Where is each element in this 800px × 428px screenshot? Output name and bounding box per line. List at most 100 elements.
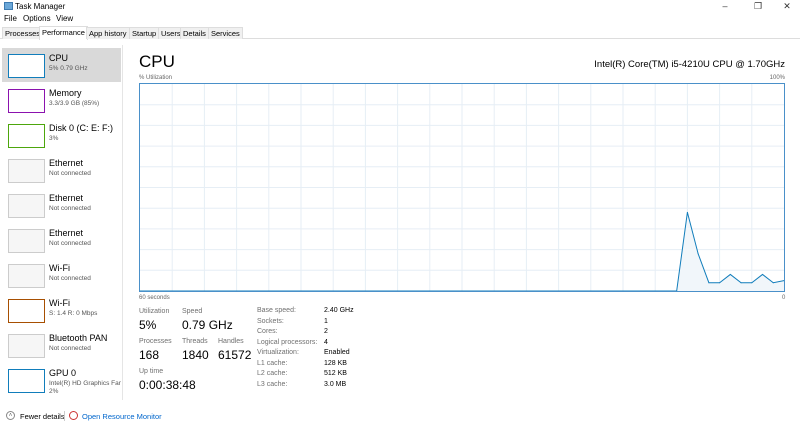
speed-value: 0.79 GHz: [182, 318, 233, 332]
window-title: Task Manager: [15, 2, 66, 11]
sidebar-item-value: Not connected: [49, 345, 91, 352]
sidebar-item-value: 5% 0.79 GHz: [49, 65, 88, 72]
utilization-value: 5%: [139, 318, 157, 332]
data-point: [729, 273, 731, 275]
data-point: [740, 282, 742, 284]
sidebar-item-value: Not connected: [49, 205, 91, 212]
sidebar-item-cpu[interactable]: CPU 5% 0.79 GHz: [2, 48, 121, 82]
spec-value: Enabled: [324, 349, 350, 356]
handles-label: Handles: [218, 338, 244, 345]
sidebar-item-bluetooth-pan[interactable]: Bluetooth PAN Not connected: [2, 328, 121, 362]
sidebar-item-value: Intel(R) HD Graphics Far: [49, 380, 121, 387]
page-title: CPU: [139, 52, 175, 71]
footer: ˄ Fewer details Open Resource Monitor: [0, 409, 800, 423]
utilization-label: Utilization: [139, 308, 170, 315]
sidebar-item-wi-fi[interactable]: Wi-Fi S: 1.4 R: 0 Mbps: [2, 293, 121, 327]
sidebar-item-value: S: 1.4 R: 0 Mbps: [49, 310, 98, 317]
spec-value: 2: [324, 328, 328, 335]
title-bar: Task Manager – ❐ ✕: [0, 0, 800, 13]
menu-view[interactable]: View: [56, 14, 73, 23]
sidebar-item-value: Not connected: [49, 240, 91, 247]
sidebar-item-label: Ethernet: [49, 193, 84, 203]
sidebar-item-label: Ethernet: [49, 228, 84, 238]
sidebar-thumbnail: [8, 159, 45, 183]
sidebar-item-label: Wi-Fi: [49, 263, 70, 273]
sidebar-item-label: CPU: [49, 53, 69, 63]
handles-value: 61572: [218, 348, 252, 362]
sidebar-item-value: Not connected: [49, 170, 91, 177]
spec-value: 512 KB: [324, 370, 347, 377]
sidebar-item-gpu-0[interactable]: GPU 0 Intel(R) HD Graphics Far 2%: [2, 363, 121, 397]
tab-details[interactable]: Details: [180, 27, 209, 39]
spec-label: Logical processors:: [257, 338, 318, 346]
sidebar-item-wi-fi[interactable]: Wi-Fi Not connected: [2, 258, 121, 292]
minimize-button[interactable]: –: [710, 0, 740, 13]
sidebar-thumbnail: [8, 194, 45, 218]
sidebar-item-value: Not connected: [49, 275, 91, 282]
data-point: [751, 282, 753, 284]
tab-startup[interactable]: Startup: [129, 27, 160, 39]
y-max-label: 100%: [769, 75, 785, 81]
sidebar-item-ethernet[interactable]: Ethernet Not connected: [2, 223, 121, 257]
spec-value: 1: [324, 317, 328, 325]
data-point: [697, 253, 699, 255]
sidebar-thumbnail: [8, 89, 45, 113]
spec-value: 4: [324, 338, 328, 346]
sidebar-thumbnail: [8, 229, 45, 253]
sidebar-item-label: Wi-Fi: [49, 298, 70, 308]
sidebar-thumbnail: [8, 264, 45, 288]
sidebar-item-label: Disk 0 (C: E: F:): [49, 123, 114, 133]
y-axis-label: % Utilization: [139, 75, 173, 81]
data-point: [708, 282, 710, 284]
chevron-up-icon[interactable]: ˄: [6, 411, 15, 420]
data-point: [719, 282, 721, 284]
sidebar-item-value: 3%: [49, 135, 59, 142]
spec-label: L3 cache:: [257, 380, 288, 388]
tab-processes[interactable]: Processes: [2, 27, 44, 39]
uptime-label: Up time: [139, 368, 164, 375]
sidebar-thumbnail: [8, 54, 45, 78]
sidebar-thumbnail: [8, 369, 45, 393]
spec-label: Cores:: [257, 328, 278, 335]
cpu-model: Intel(R) Core(TM) i5-4210U CPU @ 1.70GHz: [594, 59, 785, 70]
sidebar-item-label: Ethernet: [49, 158, 84, 168]
menu-bar: File Options View: [0, 13, 800, 25]
data-point: [686, 211, 688, 213]
spec-value: 128 KB: [324, 359, 347, 367]
data-point: [676, 290, 678, 291]
tab-app-history[interactable]: App history: [86, 27, 130, 39]
data-point: [783, 280, 784, 282]
uptime-value: 0:00:38:48: [139, 378, 196, 392]
data-point: [762, 273, 764, 275]
sidebar-item-ethernet[interactable]: Ethernet Not connected: [2, 188, 121, 222]
close-button[interactable]: ✕: [772, 0, 800, 13]
resource-sidebar: CPU 5% 0.79 GHz Memory 3.3/3.9 GB (85%) …: [0, 45, 123, 400]
spec-value: 3.0 MB: [324, 380, 347, 388]
resource-monitor-icon[interactable]: [69, 411, 78, 420]
menu-file[interactable]: File: [4, 14, 17, 23]
tab-bar: Processes Performance App history Startu…: [0, 26, 800, 40]
sidebar-thumbnail: [8, 124, 45, 148]
sidebar-item-memory[interactable]: Memory 3.3/3.9 GB (85%): [2, 83, 121, 117]
sidebar-item-ethernet[interactable]: Ethernet Not connected: [2, 153, 121, 187]
spec-value: 2.40 GHz: [324, 307, 354, 314]
sidebar-item-label: GPU 0: [49, 368, 77, 378]
sidebar-item-label: Memory: [49, 88, 82, 98]
x-left-label: 60 seconds: [139, 295, 170, 301]
tab-services[interactable]: Services: [208, 27, 243, 39]
processes-label: Processes: [139, 338, 172, 345]
spec-label: L1 cache:: [257, 359, 288, 367]
x-right-label: 0: [782, 295, 786, 301]
maximize-button[interactable]: ❐: [743, 0, 773, 13]
fewer-details-button[interactable]: Fewer details: [20, 412, 65, 421]
task-manager-icon: [4, 2, 13, 10]
menu-options[interactable]: Options: [23, 14, 51, 23]
tab-performance[interactable]: Performance: [39, 26, 88, 40]
sidebar-item-disk-0-c-e-f[interactable]: Disk 0 (C: E: F:) 3%: [2, 118, 121, 152]
threads-label: Threads: [182, 338, 208, 345]
open-resource-monitor-link[interactable]: Open Resource Monitor: [82, 412, 162, 421]
cpu-utilization-chart: [139, 83, 785, 292]
sidebar-thumbnail: [8, 334, 45, 358]
spec-label: Base speed:: [257, 307, 296, 314]
speed-label: Speed: [182, 308, 203, 315]
